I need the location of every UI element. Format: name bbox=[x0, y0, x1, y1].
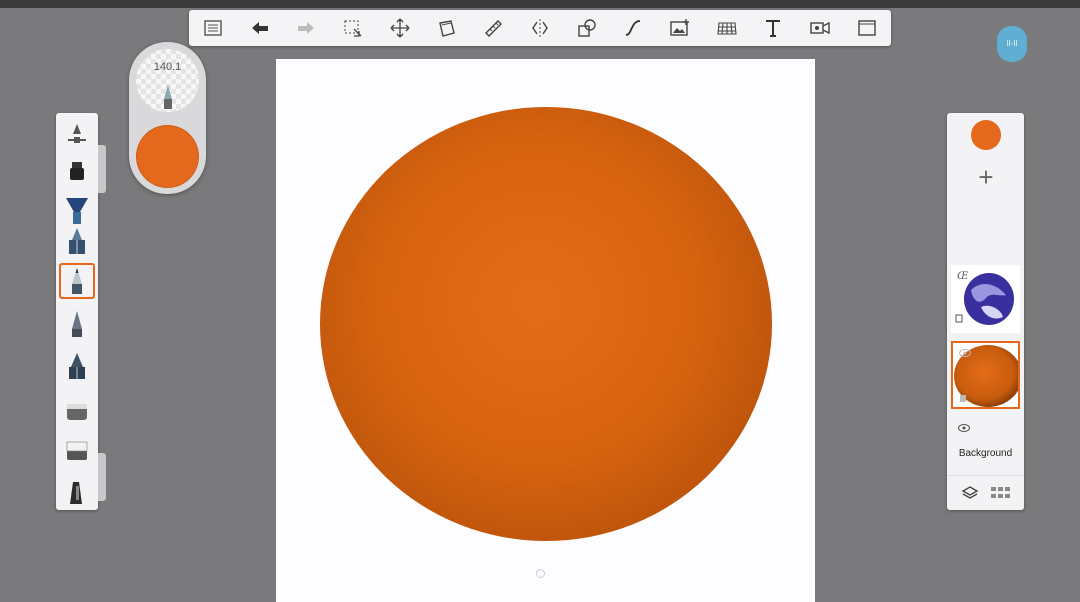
fill-icon[interactable] bbox=[429, 12, 465, 44]
marker-icon[interactable] bbox=[59, 153, 95, 189]
layers-stack-icon[interactable] bbox=[961, 484, 979, 502]
main-toolbar bbox=[189, 10, 891, 46]
fullscreen-icon[interactable] bbox=[849, 12, 885, 44]
top-edge-strip bbox=[0, 0, 1080, 8]
drawing-canvas[interactable] bbox=[276, 59, 815, 602]
layers-footer bbox=[947, 475, 1024, 511]
current-color-swatch[interactable] bbox=[971, 120, 1001, 150]
airbrush-icon[interactable] bbox=[59, 223, 95, 259]
perspective-icon[interactable] bbox=[709, 12, 745, 44]
brush-size-control[interactable]: 140.1 bbox=[136, 49, 199, 112]
flat-brush-icon[interactable] bbox=[59, 393, 95, 429]
curve-icon[interactable] bbox=[615, 12, 651, 44]
brush-puck[interactable]: 140.1 bbox=[129, 42, 206, 194]
eraser-icon[interactable] bbox=[59, 433, 95, 469]
background-visibility-icon[interactable] bbox=[958, 424, 970, 432]
background-layer-label[interactable]: Background bbox=[947, 448, 1024, 459]
ruler-icon[interactable] bbox=[475, 12, 511, 44]
pencil-icon[interactable] bbox=[59, 263, 95, 299]
earth-layer[interactable]: Œ bbox=[951, 265, 1020, 333]
brush-settings-icon[interactable] bbox=[59, 115, 95, 151]
earth-thumbnail: Œ bbox=[955, 271, 1014, 325]
symmetry-icon[interactable] bbox=[522, 12, 558, 44]
brush-preview-icon bbox=[164, 85, 172, 109]
image-import-icon[interactable] bbox=[662, 12, 698, 44]
brush-panel-handle-bottom[interactable] bbox=[98, 453, 106, 501]
sphere-layer[interactable] bbox=[951, 341, 1022, 409]
gallery-icon[interactable] bbox=[195, 12, 231, 44]
brush-palette bbox=[56, 113, 98, 510]
canvas-page-indicator bbox=[536, 569, 545, 578]
video-icon[interactable] bbox=[802, 12, 838, 44]
user-avatar[interactable]: II-II bbox=[997, 26, 1027, 62]
shape-icon[interactable] bbox=[569, 12, 605, 44]
brush-size-value: 140.1 bbox=[153, 61, 182, 73]
brush-panel-handle[interactable] bbox=[98, 145, 106, 193]
transform-icon[interactable] bbox=[382, 12, 418, 44]
layer-visibility-icon[interactable] bbox=[959, 349, 971, 357]
svg-text:Œ: Œ bbox=[957, 271, 969, 282]
undo-icon[interactable] bbox=[242, 12, 278, 44]
pen-icon[interactable] bbox=[59, 306, 95, 342]
redo-icon[interactable] bbox=[288, 12, 324, 44]
painted-sphere bbox=[320, 107, 772, 541]
layers-panel: + Œ Background bbox=[947, 113, 1024, 510]
selection-icon[interactable] bbox=[335, 12, 371, 44]
ballpoint-icon[interactable] bbox=[59, 348, 95, 384]
add-layer-icon[interactable]: + bbox=[974, 163, 998, 191]
color-swatch[interactable] bbox=[136, 125, 199, 188]
grid-view-icon[interactable] bbox=[990, 485, 1012, 501]
avatar-text: II-II bbox=[1006, 39, 1018, 48]
smudge-icon[interactable] bbox=[59, 475, 95, 511]
text-icon[interactable] bbox=[755, 12, 791, 44]
